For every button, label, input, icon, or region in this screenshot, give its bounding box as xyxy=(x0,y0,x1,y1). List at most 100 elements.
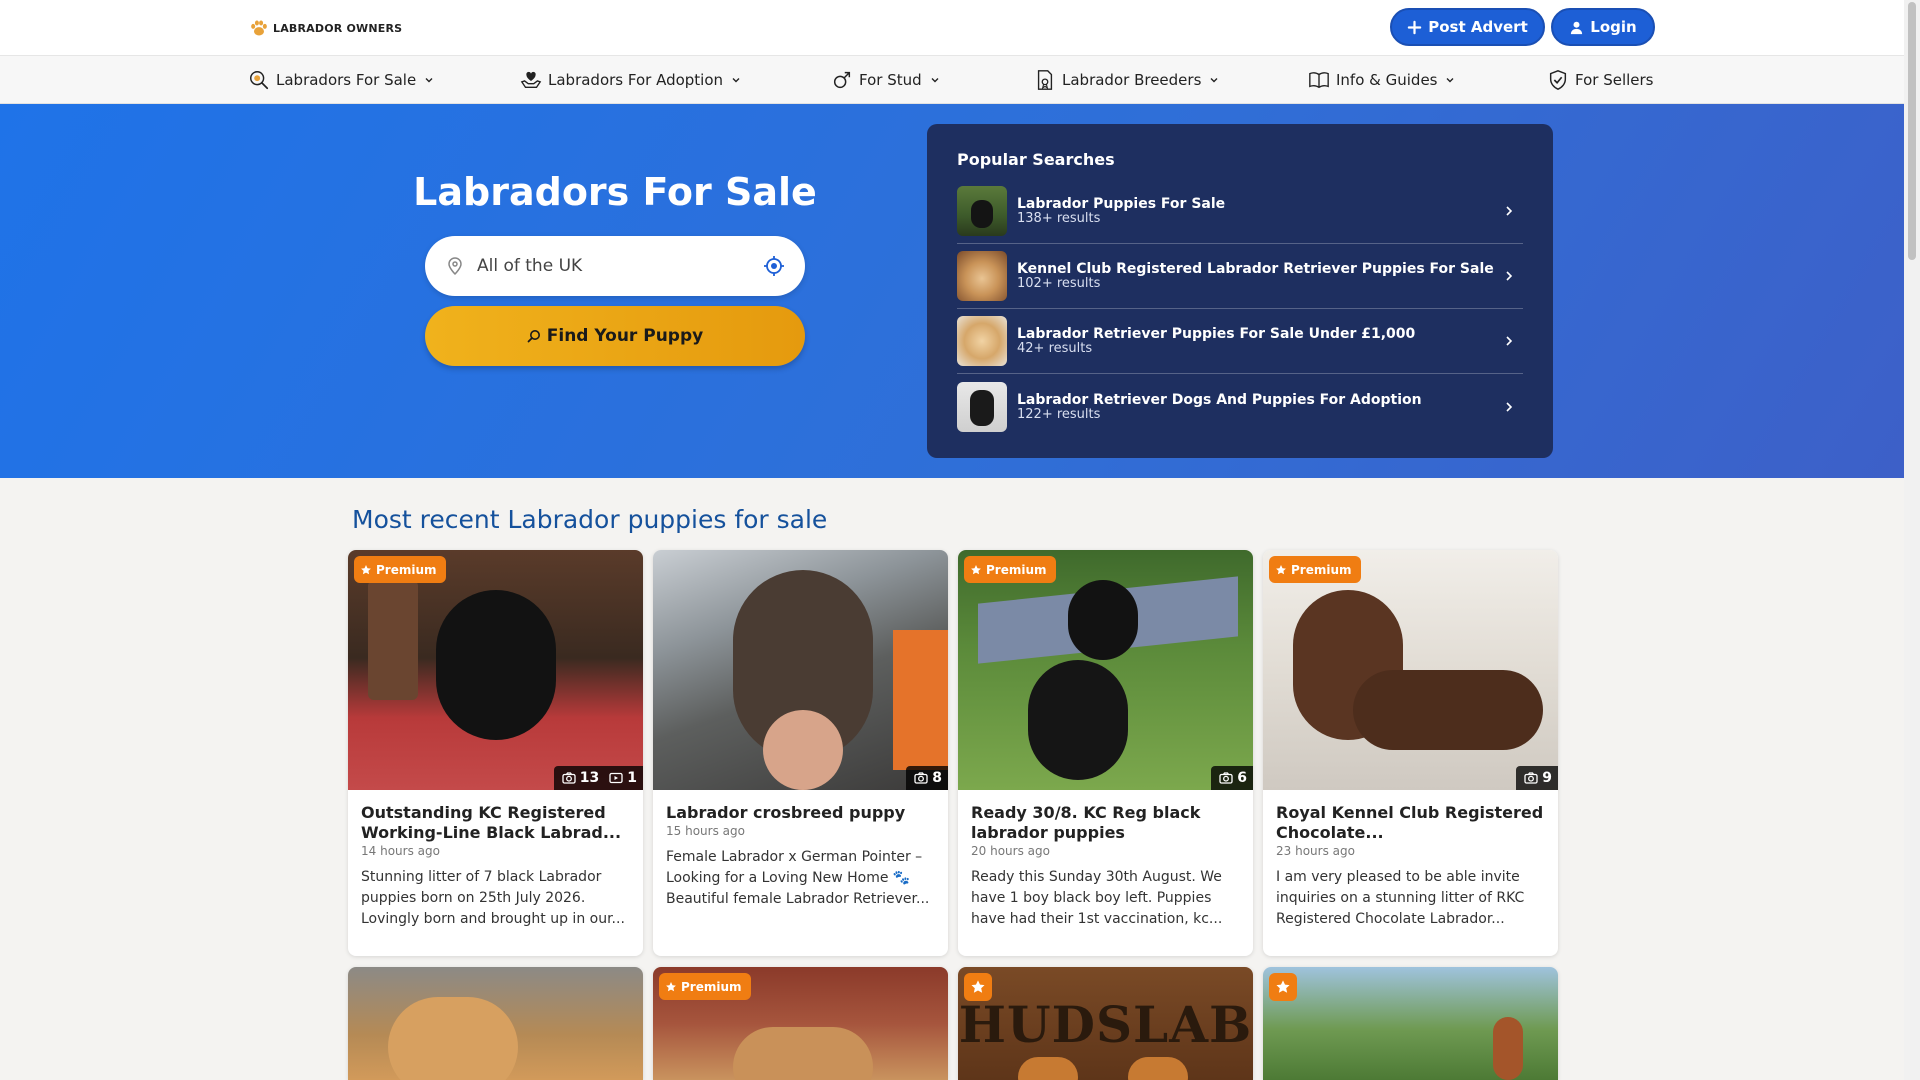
hudslab-sign-text: HUDSLAB xyxy=(958,995,1253,1054)
video-icon xyxy=(609,772,623,784)
popular-search-item[interactable]: Labrador Retriever Dogs And Puppies For … xyxy=(957,374,1523,439)
section-title: Most recent Labrador puppies for sale xyxy=(352,505,828,534)
premium-label: Premium xyxy=(986,562,1047,577)
listing-time: 23 hours ago xyxy=(1276,844,1355,858)
star-icon xyxy=(1276,564,1286,574)
popular-search-item[interactable]: Labrador Puppies For Sale 138+ results xyxy=(957,179,1523,244)
camera-icon xyxy=(1524,772,1538,784)
listing-description: Ready this Sunday 30th August. We have 1… xyxy=(971,869,1223,927)
nav-item-labradors-for-sale[interactable]: Labradors For Sale xyxy=(248,56,434,104)
listing-card[interactable]: 8 Labrador crosbreed puppy 15 hours ago … xyxy=(653,550,948,956)
listing-photo[interactable] xyxy=(1263,967,1558,1080)
listing-card[interactable] xyxy=(348,967,643,1080)
nav-item-info-guides[interactable]: Info & Guides xyxy=(1308,56,1455,104)
listing-card[interactable]: Premium 9 Royal Kennel Club Registered C… xyxy=(1263,550,1558,956)
popular-searches-title: Popular Searches xyxy=(957,150,1115,169)
listing-card[interactable]: Premium 6 Ready 30/8. KC Reg black labra… xyxy=(958,550,1253,956)
photo-count: 8 xyxy=(932,770,942,786)
nav-label: Labradors For Sale xyxy=(276,71,417,89)
listing-time: 15 hours ago xyxy=(666,824,745,838)
chevron-right-icon xyxy=(1506,401,1513,412)
listing-photo[interactable]: HUDSLAB xyxy=(958,967,1253,1080)
locate-me-icon[interactable] xyxy=(763,255,785,277)
premium-badge: Premium xyxy=(964,556,1056,583)
photo-count: 13 xyxy=(579,770,600,786)
search-dog-icon xyxy=(250,71,269,90)
popular-search-count: 122+ results xyxy=(1017,406,1101,422)
find-puppy-label: Find Your Puppy xyxy=(546,326,704,346)
heart-hand-icon xyxy=(520,71,542,89)
login-label: Login xyxy=(1590,18,1637,36)
hero-section: Labradors For Sale All of the UK Find Yo… xyxy=(0,104,1904,478)
star-icon xyxy=(361,564,371,574)
listing-photo[interactable]: 8 xyxy=(653,550,948,790)
page-scrollbar[interactable] xyxy=(1904,0,1920,1080)
nav-label: For Sellers xyxy=(1575,71,1654,89)
listing-photo[interactable]: Premium 9 xyxy=(1263,550,1558,790)
media-count: 6 xyxy=(1211,766,1253,790)
featured-star-badge xyxy=(964,973,992,1001)
listing-photo[interactable]: Premium 13 1 xyxy=(348,550,643,790)
premium-badge: Premium xyxy=(354,556,446,583)
star-icon xyxy=(1276,980,1290,993)
listing-description: I am very pleased to be able invite inqu… xyxy=(1276,869,1525,927)
listing-photo[interactable] xyxy=(348,967,643,1080)
nav-label: Labrador Breeders xyxy=(1062,71,1202,89)
post-advert-button[interactable]: Post Advert xyxy=(1390,8,1545,46)
listing-photo[interactable]: Premium xyxy=(653,967,948,1080)
chevron-right-icon xyxy=(1506,271,1513,281)
chevron-down-icon xyxy=(1210,78,1218,83)
chevron-right-icon xyxy=(1506,206,1513,216)
puppy-thumbnail xyxy=(957,316,1007,366)
popular-search-name: Labrador Puppies For Sale xyxy=(1017,196,1226,212)
listing-card[interactable] xyxy=(1263,967,1558,1080)
chevron-down-icon xyxy=(732,78,740,83)
chevron-down-icon xyxy=(931,78,939,83)
premium-badge: Premium xyxy=(1269,556,1361,583)
listing-title[interactable]: Royal Kennel Club Registered Chocolate..… xyxy=(1276,803,1548,843)
popular-search-count: 138+ results xyxy=(1017,211,1101,226)
top-header: LABRADOR OWNERS Post Advert Login xyxy=(0,0,1904,56)
listing-time: 20 hours ago xyxy=(971,844,1050,858)
location-value: All of the UK xyxy=(477,256,583,276)
book-icon xyxy=(1309,72,1329,89)
scrollbar-thumb[interactable] xyxy=(1908,2,1916,260)
listing-photo[interactable]: Premium 6 xyxy=(958,550,1253,790)
listing-title[interactable]: Ready 30/8. KC Reg black labrador puppie… xyxy=(971,803,1243,843)
site-logo[interactable]: LABRADOR OWNERS xyxy=(249,18,402,38)
listing-description: Female Labrador x German Pointer – Looki… xyxy=(666,849,930,907)
camera-icon xyxy=(562,772,576,784)
login-button[interactable]: Login xyxy=(1551,8,1655,46)
popular-search-item[interactable]: Labrador Retriever Puppies For Sale Unde… xyxy=(957,309,1523,374)
main-nav: Labradors For Sale Labradors For Adoptio… xyxy=(0,56,1904,104)
listing-card[interactable]: Premium xyxy=(653,967,948,1080)
find-puppy-button[interactable]: Find Your Puppy xyxy=(425,306,805,366)
nav-item-for-stud[interactable]: For Stud xyxy=(831,56,940,104)
popular-search-count: 42+ results xyxy=(1017,341,1093,356)
plus-icon xyxy=(1408,20,1422,34)
popular-search-count: 102+ results xyxy=(1017,276,1101,291)
listing-card[interactable]: HUDSLAB xyxy=(958,967,1253,1080)
star-icon xyxy=(971,980,985,993)
popular-search-item[interactable]: Kennel Club Registered Labrador Retrieve… xyxy=(957,244,1523,309)
listing-title[interactable]: Outstanding KC Registered Working-Line B… xyxy=(361,803,633,843)
shield-check-icon xyxy=(1549,70,1567,90)
media-count: 9 xyxy=(1516,766,1558,790)
listing-time: 14 hours ago xyxy=(361,844,440,858)
video-count: 1 xyxy=(627,770,637,786)
location-input[interactable]: All of the UK xyxy=(425,236,805,296)
popular-searches-panel: Popular Searches Labrador Puppies For Sa… xyxy=(927,124,1553,458)
puppy-thumbnail xyxy=(957,381,1007,432)
post-advert-label: Post Advert xyxy=(1428,18,1528,36)
listing-description: Stunning litter of 7 black Labrador pupp… xyxy=(361,869,625,927)
nav-item-for-sellers[interactable]: For Sellers xyxy=(1547,56,1654,104)
listing-card[interactable]: Premium 13 1 Outstanding KC Registered W… xyxy=(348,550,643,956)
popular-search-name: Labrador Retriever Puppies For Sale Unde… xyxy=(1017,326,1416,342)
chevron-right-icon xyxy=(1506,336,1513,346)
nav-item-labradors-for-adoption[interactable]: Labradors For Adoption xyxy=(520,56,741,104)
media-count: 13 1 xyxy=(553,766,643,790)
listing-title[interactable]: Labrador crosbreed puppy xyxy=(666,803,938,823)
nav-item-labrador-breeders[interactable]: Labrador Breeders xyxy=(1034,56,1219,104)
male-icon xyxy=(833,71,851,89)
star-icon xyxy=(666,981,676,991)
